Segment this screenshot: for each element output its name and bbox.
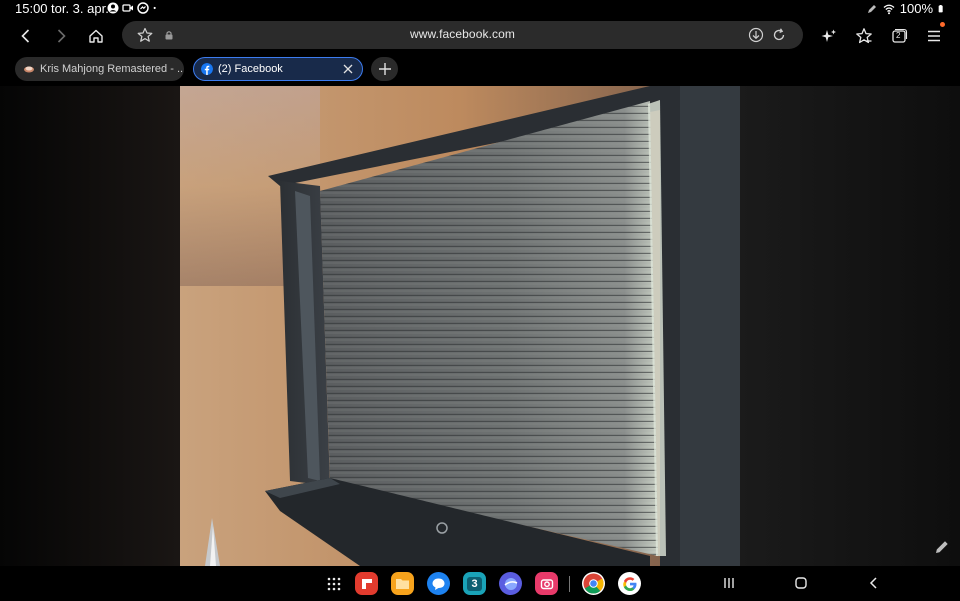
video-call-icon <box>122 4 133 12</box>
camera-app[interactable] <box>535 572 558 595</box>
recents-icon <box>724 578 734 588</box>
menu-button[interactable] <box>920 22 948 50</box>
home-nav-icon <box>795 577 807 589</box>
plus-icon <box>378 63 391 75</box>
internet-app[interactable] <box>499 572 522 595</box>
facebook-icon <box>201 63 213 75</box>
google-app[interactable] <box>618 572 641 595</box>
files-app[interactable] <box>391 572 414 595</box>
photo-backdrop-right <box>740 86 960 566</box>
messages-app[interactable] <box>427 572 450 595</box>
account-circle-icon <box>107 2 119 14</box>
back-button[interactable] <box>12 22 40 50</box>
app-drawer-icon <box>327 577 340 590</box>
tab-bar: Kris Mahjong Remastered - ... (2) Facebo… <box>0 56 960 84</box>
files-icon <box>396 579 409 589</box>
tab-label: (2) Facebook <box>218 63 283 75</box>
back-nav-icon <box>869 577 877 589</box>
status-date: tor. 3. apr. <box>51 1 109 16</box>
forward-button[interactable] <box>47 22 75 50</box>
messenger-icon <box>137 2 149 14</box>
system-dock: 3 <box>0 566 960 601</box>
new-tab-button[interactable] <box>371 57 398 81</box>
close-icon[interactable] <box>342 63 354 75</box>
menu-icon <box>928 30 940 42</box>
flipboard-app[interactable] <box>355 572 378 595</box>
tab-label: Kris Mahjong Remastered - ... <box>40 63 184 75</box>
download-button[interactable] <box>746 25 766 45</box>
tabs-button[interactable]: 2 <box>885 22 913 50</box>
wifi-icon <box>883 4 895 14</box>
pen-icon <box>867 4 876 13</box>
chrome-icon <box>583 573 604 594</box>
tab-count: 2 <box>896 31 901 40</box>
status-right-icons: 100% <box>866 1 946 16</box>
chrome-app[interactable] <box>582 572 605 595</box>
notification-dot <box>940 22 945 27</box>
download-icon <box>748 27 764 43</box>
battery-icon <box>938 4 943 12</box>
forward-icon <box>57 29 66 43</box>
page-content <box>0 86 960 566</box>
reload-button[interactable] <box>769 25 789 45</box>
status-bar: 15:00 tor. 3. apr. 100% <box>0 0 960 18</box>
tab-facebook[interactable]: (2) Facebook <box>193 57 363 81</box>
back-icon <box>21 29 30 43</box>
pencil-icon <box>936 541 948 553</box>
calendar-day: 3 <box>467 576 482 591</box>
post-photo[interactable] <box>180 86 740 566</box>
favorites-icon <box>856 28 872 44</box>
favorites-button[interactable] <box>850 22 878 50</box>
messages-icon <box>432 578 445 590</box>
dot-icon <box>153 6 156 10</box>
flipboard-icon <box>361 578 372 589</box>
camera-icon <box>540 578 553 589</box>
app-drawer-button[interactable] <box>322 572 345 595</box>
photo-backdrop-left <box>0 86 180 566</box>
edit-button[interactable] <box>928 533 956 561</box>
mahjong-icon <box>24 66 34 73</box>
window-blind-photo <box>180 86 740 566</box>
tab-mahjong[interactable]: Kris Mahjong Remastered - ... <box>15 57 184 81</box>
home-button[interactable] <box>82 22 110 50</box>
status-time: 15:00 <box>15 1 48 16</box>
home-icon <box>89 29 103 43</box>
calendar-app[interactable]: 3 <box>463 572 486 595</box>
back-nav-button[interactable] <box>865 574 883 592</box>
dock-divider <box>569 576 570 592</box>
internet-icon <box>503 577 517 590</box>
ai-sparkle-icon <box>821 29 836 42</box>
url-text[interactable]: www.facebook.com <box>122 27 803 41</box>
address-bar[interactable]: www.facebook.com <box>122 21 803 49</box>
ai-assist-button[interactable] <box>815 22 843 50</box>
browser-toolbar: www.facebook.com 2 <box>0 18 960 54</box>
reload-icon <box>773 28 785 41</box>
home-nav-button[interactable] <box>792 574 810 592</box>
google-icon <box>622 576 636 591</box>
recents-button[interactable] <box>720 574 738 592</box>
battery-percent: 100% <box>899 1 933 16</box>
status-notification-icons <box>107 2 160 14</box>
